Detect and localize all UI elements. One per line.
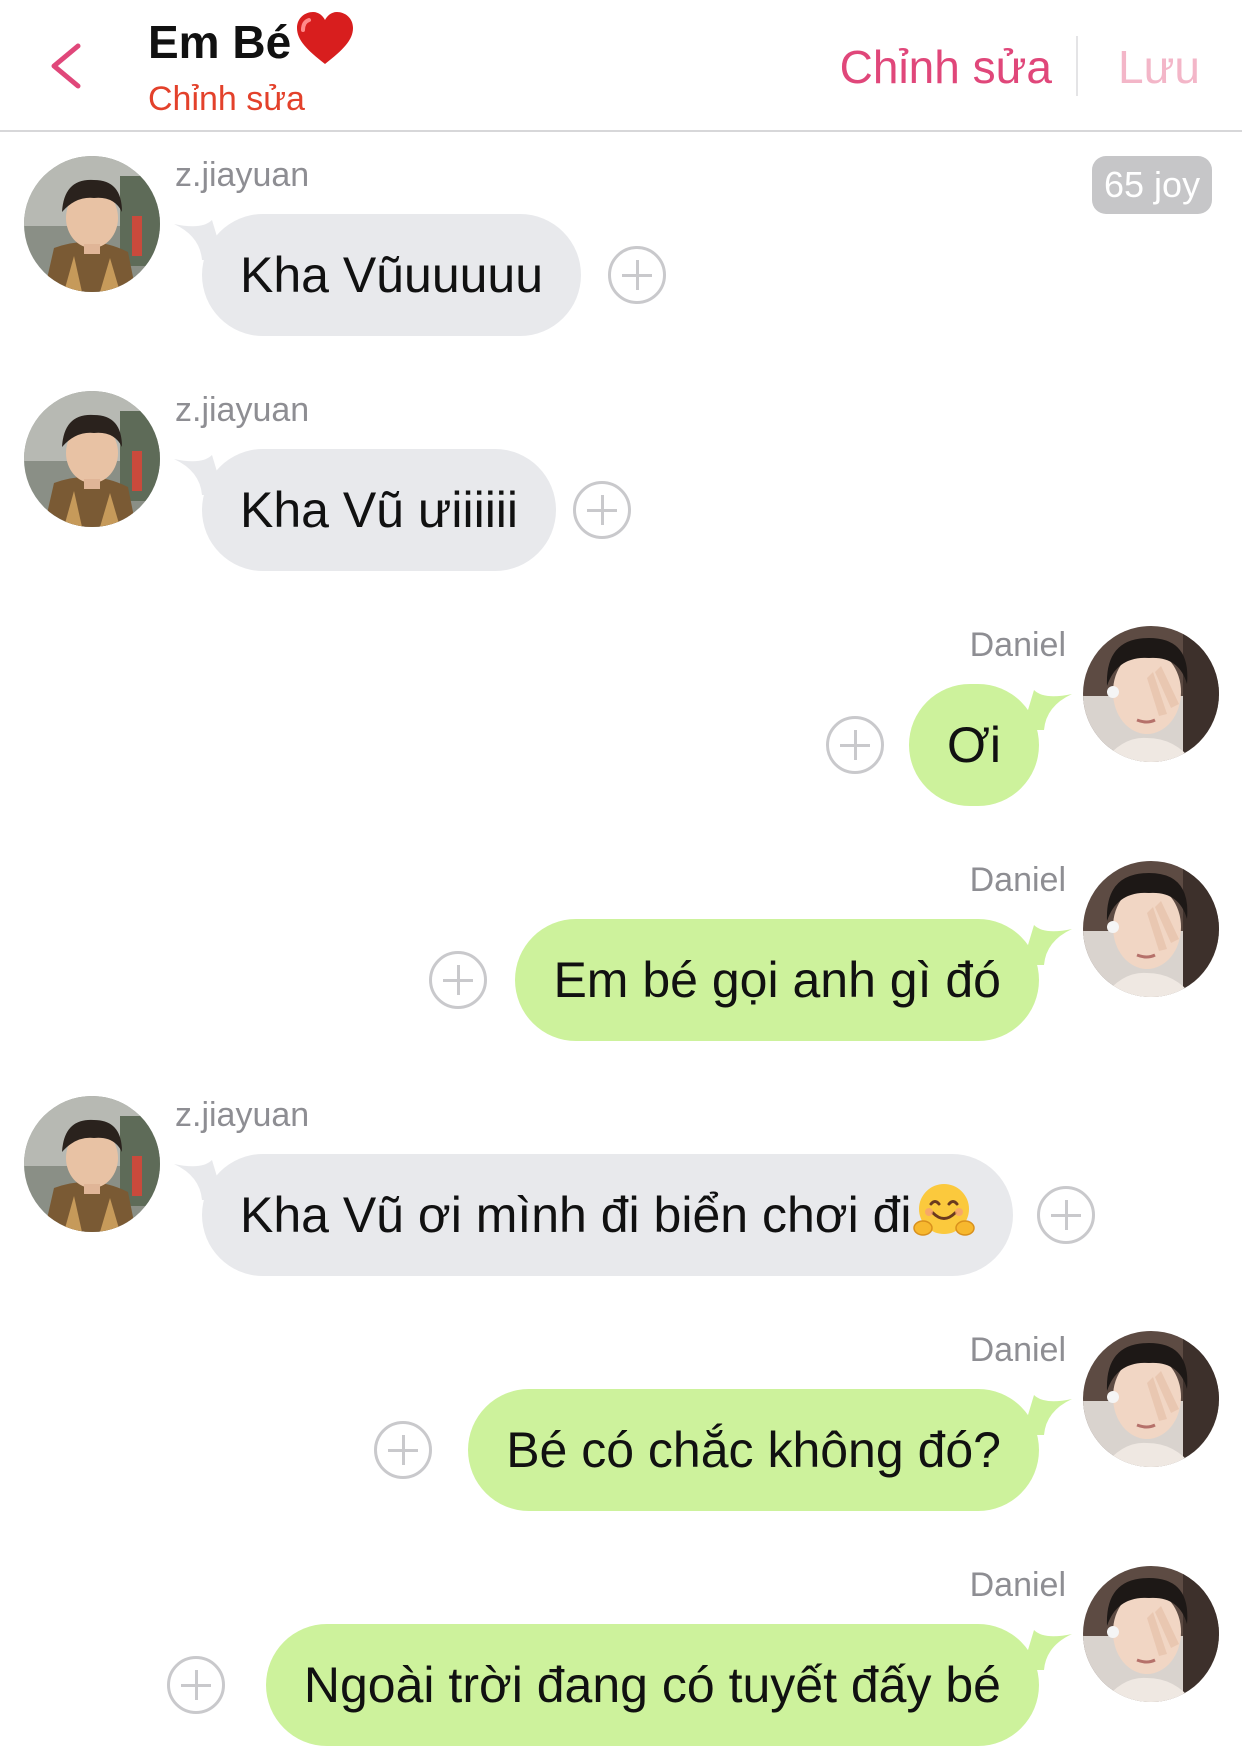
add-reaction-button[interactable] bbox=[573, 481, 631, 539]
avatar[interactable] bbox=[1083, 1566, 1219, 1702]
joy-badge: 65 joy bbox=[1092, 156, 1213, 214]
sender-name: z.jiayuan bbox=[175, 1096, 310, 1134]
avatar[interactable] bbox=[1083, 1331, 1219, 1467]
message-bubble[interactable]: Bé có chắc không đó? bbox=[468, 1389, 1039, 1511]
chevron-left-icon bbox=[51, 43, 81, 89]
add-reaction-button[interactable] bbox=[1037, 1186, 1095, 1244]
avatar[interactable] bbox=[24, 1096, 160, 1232]
sender-name: Daniel bbox=[969, 1331, 1066, 1369]
save-button[interactable]: Lưu bbox=[1118, 40, 1200, 94]
message-bubble[interactable]: Kha Vũ ơi mình đi biển chơi đi bbox=[202, 1154, 1014, 1276]
add-reaction-button[interactable] bbox=[826, 716, 884, 774]
add-reaction-button[interactable] bbox=[429, 951, 487, 1009]
message-bubble[interactable]: Ơi bbox=[909, 684, 1039, 806]
chat-title: Em Bé bbox=[148, 12, 355, 69]
add-reaction-button[interactable] bbox=[374, 1421, 432, 1479]
sender-name: z.jiayuan bbox=[175, 156, 310, 194]
message-bubble[interactable]: Kha Vũ ưiiiiii bbox=[202, 449, 557, 571]
sender-name: z.jiayuan bbox=[175, 391, 310, 429]
chat-subtitle[interactable]: Chỉnh sửa bbox=[148, 80, 305, 119]
sender-name: Daniel bbox=[969, 626, 1066, 664]
avatar[interactable] bbox=[1083, 861, 1219, 997]
chat-header: Em Bé Chỉnh sửa Chỉnh sửa Lưu bbox=[0, 0, 1242, 132]
message-text: Kha Vũ ơi mình đi biển chơi đi bbox=[240, 1187, 912, 1243]
add-reaction-button[interactable] bbox=[167, 1656, 225, 1714]
back-button[interactable] bbox=[40, 36, 100, 96]
avatar[interactable] bbox=[24, 156, 160, 292]
avatar[interactable] bbox=[1083, 626, 1219, 762]
chat-title-text: Em Bé bbox=[148, 16, 292, 68]
heart-icon bbox=[297, 12, 354, 64]
sender-name: Daniel bbox=[969, 1566, 1066, 1604]
add-reaction-button[interactable] bbox=[608, 246, 666, 304]
message-bubble[interactable]: Em bé gọi anh gì đó bbox=[515, 919, 1039, 1041]
sender-name: Daniel bbox=[969, 861, 1066, 899]
edit-button[interactable]: Chỉnh sửa bbox=[840, 40, 1052, 94]
message-bubble[interactable]: Ngoài trời đang có tuyết đấy bé bbox=[265, 1624, 1039, 1746]
hugging-face-emoji-icon bbox=[913, 1184, 976, 1236]
header-divider bbox=[1076, 36, 1078, 96]
avatar[interactable] bbox=[24, 391, 160, 527]
message-bubble[interactable]: Kha Vũuuuuu bbox=[202, 214, 582, 336]
